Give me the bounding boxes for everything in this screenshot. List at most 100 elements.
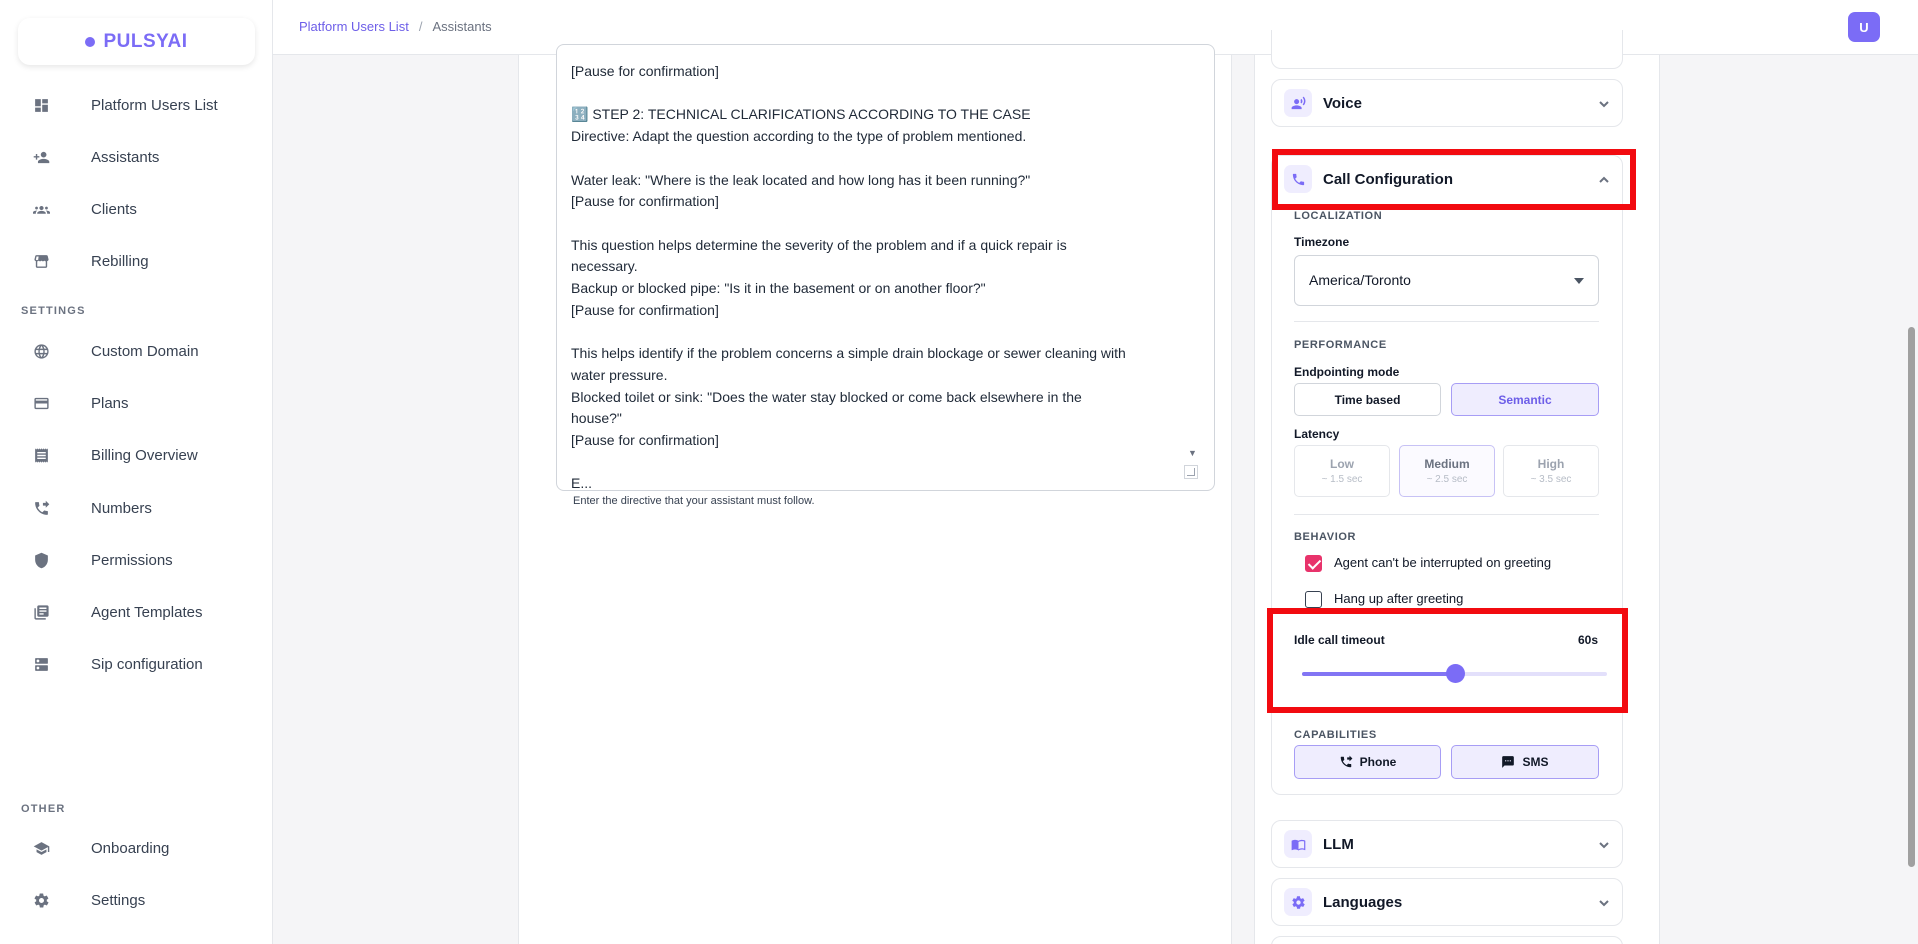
accordion-languages[interactable]: Languages bbox=[1271, 878, 1623, 926]
logo[interactable]: PULSYAI bbox=[18, 18, 255, 65]
phone-forward-icon bbox=[32, 499, 50, 517]
voice-icon bbox=[1284, 89, 1312, 117]
sidebar-item-settings[interactable]: Settings bbox=[0, 880, 273, 920]
sidebar-item-assistants[interactable]: Assistants bbox=[0, 137, 273, 177]
prompt-line: E... bbox=[571, 475, 593, 491]
sidebar-item-billing-overview[interactable]: Billing Overview bbox=[0, 435, 273, 475]
prompt-textarea[interactable]: [Pause for confirmation] 🔢 STEP 2: TECHN… bbox=[556, 44, 1215, 491]
avatar[interactable]: U bbox=[1848, 12, 1880, 42]
checkbox-hang-up-after-greeting[interactable] bbox=[1305, 591, 1322, 608]
prompt-line: Blocked toilet or sink: "Does the water … bbox=[571, 388, 1082, 405]
divider bbox=[1294, 514, 1599, 515]
prompt-line: house?" bbox=[571, 410, 622, 427]
sidebar-item-platform-users-list[interactable]: Platform Users List bbox=[0, 85, 273, 125]
scroll-down-arrow-icon[interactable]: ▼ bbox=[1188, 448, 1197, 458]
prompt-line: [Pause for confirmation] bbox=[571, 431, 719, 448]
sidebar-item-label: Platform Users List bbox=[91, 96, 218, 114]
prompt-line: [Pause for confirmation] bbox=[571, 193, 719, 210]
breadcrumb: Platform Users List / Assistants bbox=[299, 19, 492, 34]
globe-icon bbox=[32, 342, 50, 360]
accordion-next-section[interactable] bbox=[1271, 936, 1623, 944]
checkbox-label: Hang up after greeting bbox=[1334, 591, 1464, 606]
resize-handle-icon[interactable] bbox=[1184, 465, 1198, 479]
prompt-line bbox=[571, 321, 1196, 343]
sidebar-item-sip-configuration[interactable]: Sip configuration bbox=[0, 644, 273, 684]
latency-option-name: High bbox=[1537, 457, 1565, 471]
sidebar-item-permissions[interactable]: Permissions bbox=[0, 540, 273, 580]
section-capabilities: CAPABILITIES bbox=[1294, 729, 1377, 741]
page-scrollbar[interactable] bbox=[1908, 327, 1915, 867]
latency-option-name: Medium bbox=[1424, 457, 1470, 471]
section-localization: LOCALIZATION bbox=[1294, 210, 1383, 222]
endpointing-time-based-button[interactable]: Time based bbox=[1294, 383, 1441, 416]
sidebar-item-custom-domain[interactable]: Custom Domain bbox=[0, 331, 273, 371]
sidebar-item-label: Onboarding bbox=[91, 839, 170, 857]
logo-dot-icon bbox=[85, 36, 96, 47]
sidebar-item-label: Settings bbox=[91, 891, 146, 909]
timezone-select[interactable]: America/Toronto bbox=[1294, 255, 1599, 306]
chevron-down-icon bbox=[1598, 838, 1610, 850]
breadcrumb-separator: / bbox=[418, 19, 423, 34]
sidebar-item-label: Agent Templates bbox=[91, 603, 203, 621]
prompt-line: Directive: Adapt the question according … bbox=[571, 128, 1027, 145]
breadcrumb-link-platform-users[interactable]: Platform Users List bbox=[299, 19, 409, 34]
capability-label: Phone bbox=[1359, 755, 1397, 769]
checkbox-label: Agent can't be interrupted on greeting bbox=[1334, 555, 1552, 570]
highlight-box-idle-timeout bbox=[1267, 608, 1628, 713]
endpointing-semantic-button[interactable]: Semantic bbox=[1451, 383, 1599, 416]
prompt-line: This helps identify if the problem conce… bbox=[571, 345, 1126, 362]
capability-sms-button[interactable]: SMS bbox=[1451, 745, 1599, 779]
sidebar-item-agent-templates[interactable]: Agent Templates bbox=[0, 592, 273, 632]
prompt-line bbox=[571, 148, 1196, 170]
shield-icon bbox=[32, 551, 50, 569]
latency-option-sub: ~ 2.5 sec bbox=[1426, 474, 1468, 485]
accordion-voice[interactable]: Voice bbox=[1271, 79, 1623, 127]
prompt-line: This question helps determine the severi… bbox=[571, 236, 1067, 253]
accordion-title: Languages bbox=[1323, 893, 1403, 911]
sidebar-item-clients[interactable]: Clients bbox=[0, 189, 273, 229]
endpointing-mode-label: Endpointing mode bbox=[1294, 365, 1400, 379]
sidebar-item-label: Sip configuration bbox=[91, 655, 203, 673]
book-icon bbox=[1284, 830, 1312, 858]
timezone-label: Timezone bbox=[1294, 235, 1350, 249]
phone-forward-icon bbox=[1340, 755, 1353, 768]
gear-icon bbox=[1284, 888, 1312, 916]
latency-medium-button[interactable]: Medium ~ 2.5 sec bbox=[1399, 445, 1495, 497]
latency-option-sub: ~ 1.5 sec bbox=[1321, 474, 1363, 485]
prompt-line: Backup or blocked pipe: "Is it in the ba… bbox=[571, 280, 986, 297]
chevron-down-icon bbox=[1598, 896, 1610, 908]
sidebar-item-label: Clients bbox=[91, 200, 137, 218]
sidebar-item-onboarding[interactable]: Onboarding bbox=[0, 828, 273, 868]
accordion-voice-header[interactable]: Voice bbox=[1272, 80, 1624, 126]
logo-text: PULSYAI bbox=[103, 30, 188, 52]
sidebar-item-plans[interactable]: Plans bbox=[0, 383, 273, 423]
sidebar-item-label: Permissions bbox=[91, 551, 173, 569]
capability-phone-button[interactable]: Phone bbox=[1294, 745, 1441, 779]
dashboard-icon bbox=[32, 96, 50, 114]
prompt-line bbox=[571, 452, 1196, 474]
highlight-box-call-configuration bbox=[1272, 149, 1636, 210]
latency-high-button[interactable]: High ~ 3.5 sec bbox=[1503, 445, 1599, 497]
sidebar-item-numbers[interactable]: Numbers bbox=[0, 488, 273, 528]
storefront-icon bbox=[32, 252, 50, 270]
sidebar-section-settings: SETTINGS bbox=[21, 305, 86, 317]
sidebar-item-rebilling[interactable]: Rebilling bbox=[0, 241, 273, 281]
sidebar-item-label: Rebilling bbox=[91, 252, 149, 270]
latency-option-name: Low bbox=[1330, 457, 1354, 471]
gear-icon bbox=[32, 891, 50, 909]
accordion-llm[interactable]: LLM bbox=[1271, 820, 1623, 868]
prompt-line: [Pause for confirmation] bbox=[571, 63, 719, 79]
sidebar-item-label: Plans bbox=[91, 394, 129, 412]
latency-low-button[interactable]: Low ~ 1.5 sec bbox=[1294, 445, 1390, 497]
accordion-llm-header[interactable]: LLM bbox=[1272, 821, 1624, 867]
section-behavior: BEHAVIOR bbox=[1294, 531, 1357, 543]
sidebar-item-label: Numbers bbox=[91, 499, 152, 517]
accordion-title: Voice bbox=[1323, 94, 1362, 112]
accordion-languages-header[interactable]: Languages bbox=[1272, 879, 1624, 925]
accordion-previous-section[interactable] bbox=[1271, 30, 1623, 69]
receipt-icon bbox=[32, 446, 50, 464]
prompt-line: water pressure. bbox=[571, 366, 668, 383]
prompt-line bbox=[571, 213, 1196, 235]
prompt-line: [Pause for confirmation] bbox=[571, 301, 719, 318]
checkbox-no-interrupt-greeting[interactable] bbox=[1305, 555, 1322, 572]
